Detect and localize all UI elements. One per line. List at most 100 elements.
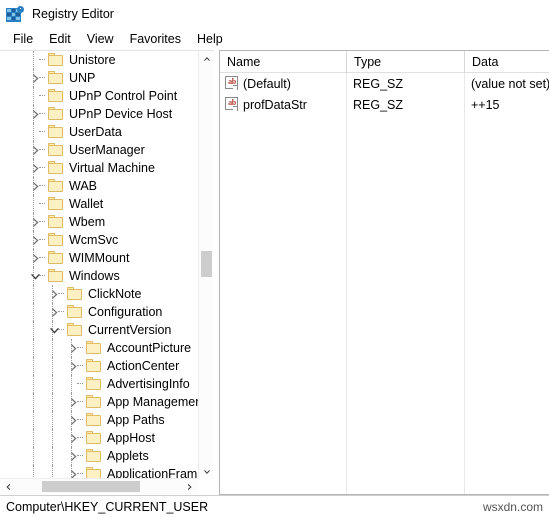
string-value-icon: ab [225,76,239,90]
tree-connector [58,285,66,303]
tree-item-actioncenter[interactable]: ActionCenter [0,357,198,375]
tree-connector [39,87,47,105]
menu-item-help[interactable]: Help [189,30,231,48]
tree-scroll-right-button[interactable] [182,479,198,494]
folder-icon [48,125,63,138]
tree-item-wimmount[interactable]: WIMMount [0,249,198,267]
tree-item-upnp-device-host[interactable]: UPnP Device Host [0,105,198,123]
folder-icon [48,107,63,120]
tree-item-currentversion[interactable]: CurrentVersion [0,321,198,339]
tree-item-wab[interactable]: WAB [0,177,198,195]
value-row[interactable]: ab (Default) REG_SZ (value not set) [220,73,549,94]
tree-guide-line [33,447,34,465]
tree-item-wallet[interactable]: Wallet [0,195,198,213]
tree-connector [39,213,47,231]
tree-connector [39,267,47,285]
tree-item-userdata[interactable]: UserData [0,123,198,141]
folder-icon [48,179,63,192]
tree-connector [58,321,66,339]
folder-icon [48,197,63,210]
menu-bar: File Edit View Favorites Help [0,27,549,50]
content-area: Unistore UNP UPnP Control Point UPnP Device… [0,50,549,495]
values-list[interactable]: ab (Default) REG_SZ (value not set) ab profDa… [220,73,549,115]
column-header-data[interactable]: Data [465,51,549,73]
menu-item-view[interactable]: View [79,30,122,48]
tree-item-unistore[interactable]: Unistore [0,51,198,69]
watermark: wsxdn.com [482,499,543,514]
folder-icon [48,161,63,174]
folder-icon [67,287,82,300]
tree-item-windows[interactable]: Windows [0,267,198,285]
column-gridline-name-type [346,73,347,494]
value-name: (Default) [243,76,291,91]
tree-item-configuration[interactable]: Configuration [0,303,198,321]
registry-tree-pane: Unistore UNP UPnP Control Point UPnP Device… [0,50,214,495]
tree-item-upnp-control-point[interactable]: UPnP Control Point [0,87,198,105]
tree-guide-line [33,87,34,105]
tree-guide-line [71,375,72,393]
tree-horizontal-scrollbar[interactable] [0,478,198,494]
tree-item-app-management[interactable]: App Management [0,393,198,411]
tree-item-unp[interactable]: UNP [0,69,198,87]
tree-guide-line [33,357,34,375]
tree-guide-line [33,303,34,321]
folder-icon [48,269,63,282]
menu-item-edit[interactable]: Edit [41,30,79,48]
column-header-type[interactable]: Type [347,51,464,73]
tree-item-label: UserData [69,125,122,139]
tree-item-applets[interactable]: Applets [0,447,198,465]
status-path: Computer\HKEY_CURRENT_USER [6,499,209,514]
status-bar: Computer\HKEY_CURRENT_USER wsxdn.com [0,495,549,517]
folder-icon [48,215,63,228]
tree-item-label: UPnP Control Point [69,89,178,103]
value-row[interactable]: ab profDataStr REG_SZ ++15 [220,94,549,115]
tree-horizontal-scroll-thumb[interactable] [42,481,140,492]
tree-guide-line [52,447,53,465]
tree-item-apphost[interactable]: AppHost [0,429,198,447]
value-type: REG_SZ [353,76,404,91]
tree-vertical-scroll-thumb[interactable] [201,251,212,277]
tree-item-wbem[interactable]: Wbem [0,213,198,231]
tree-guide-line [33,411,34,429]
folder-icon [86,413,101,426]
tree-connector [39,123,47,141]
tree-vertical-scrollbar[interactable] [198,51,213,479]
tree-item-label: AccountPicture [107,341,192,355]
tree-item-wcmsvc[interactable]: WcmSvc [0,231,198,249]
folder-icon [48,53,63,66]
tree-connector [77,465,85,479]
tree-connector [58,303,66,321]
tree-guide-line [52,339,53,357]
menu-item-file[interactable]: File [5,30,41,48]
registry-tree[interactable]: Unistore UNP UPnP Control Point UPnP Device… [0,51,198,479]
folder-icon [48,251,63,264]
tree-item-virtual-machine[interactable]: Virtual Machine [0,159,198,177]
tree-scroll-down-button[interactable] [199,464,214,479]
window-title: Registry Editor [32,7,114,21]
tree-guide-line [52,411,53,429]
tree-item-advertisinginfo[interactable]: AdvertisingInfo [0,375,198,393]
tree-scroll-left-button[interactable] [0,479,16,494]
tree-scroll-up-button[interactable] [199,51,214,66]
tree-item-app-paths[interactable]: App Paths [0,411,198,429]
column-gridline-type-data [464,73,465,494]
tree-guide-line [33,51,34,69]
column-header-name[interactable]: Name [220,51,346,73]
tree-item-clicknote[interactable]: ClickNote [0,285,198,303]
tree-item-usermanager[interactable]: UserManager [0,141,198,159]
folder-icon [67,323,82,336]
tree-item-label: CurrentVersion [88,323,172,337]
folder-icon [48,89,63,102]
tree-guide-line [33,429,34,447]
tree-item-applicationfram[interactable]: ApplicationFram [0,465,198,479]
tree-connector [39,177,47,195]
registry-editor-icon [6,5,24,23]
tree-guide-line [33,465,34,479]
tree-connector [39,51,47,69]
tree-item-accountpicture[interactable]: AccountPicture [0,339,198,357]
tree-connector [77,429,85,447]
tree-connector [77,447,85,465]
folder-icon [86,431,101,444]
registry-values-pane: Name Type Data ab (Default) REG_SZ (value n… [219,50,549,495]
menu-item-favorites[interactable]: Favorites [122,30,189,48]
